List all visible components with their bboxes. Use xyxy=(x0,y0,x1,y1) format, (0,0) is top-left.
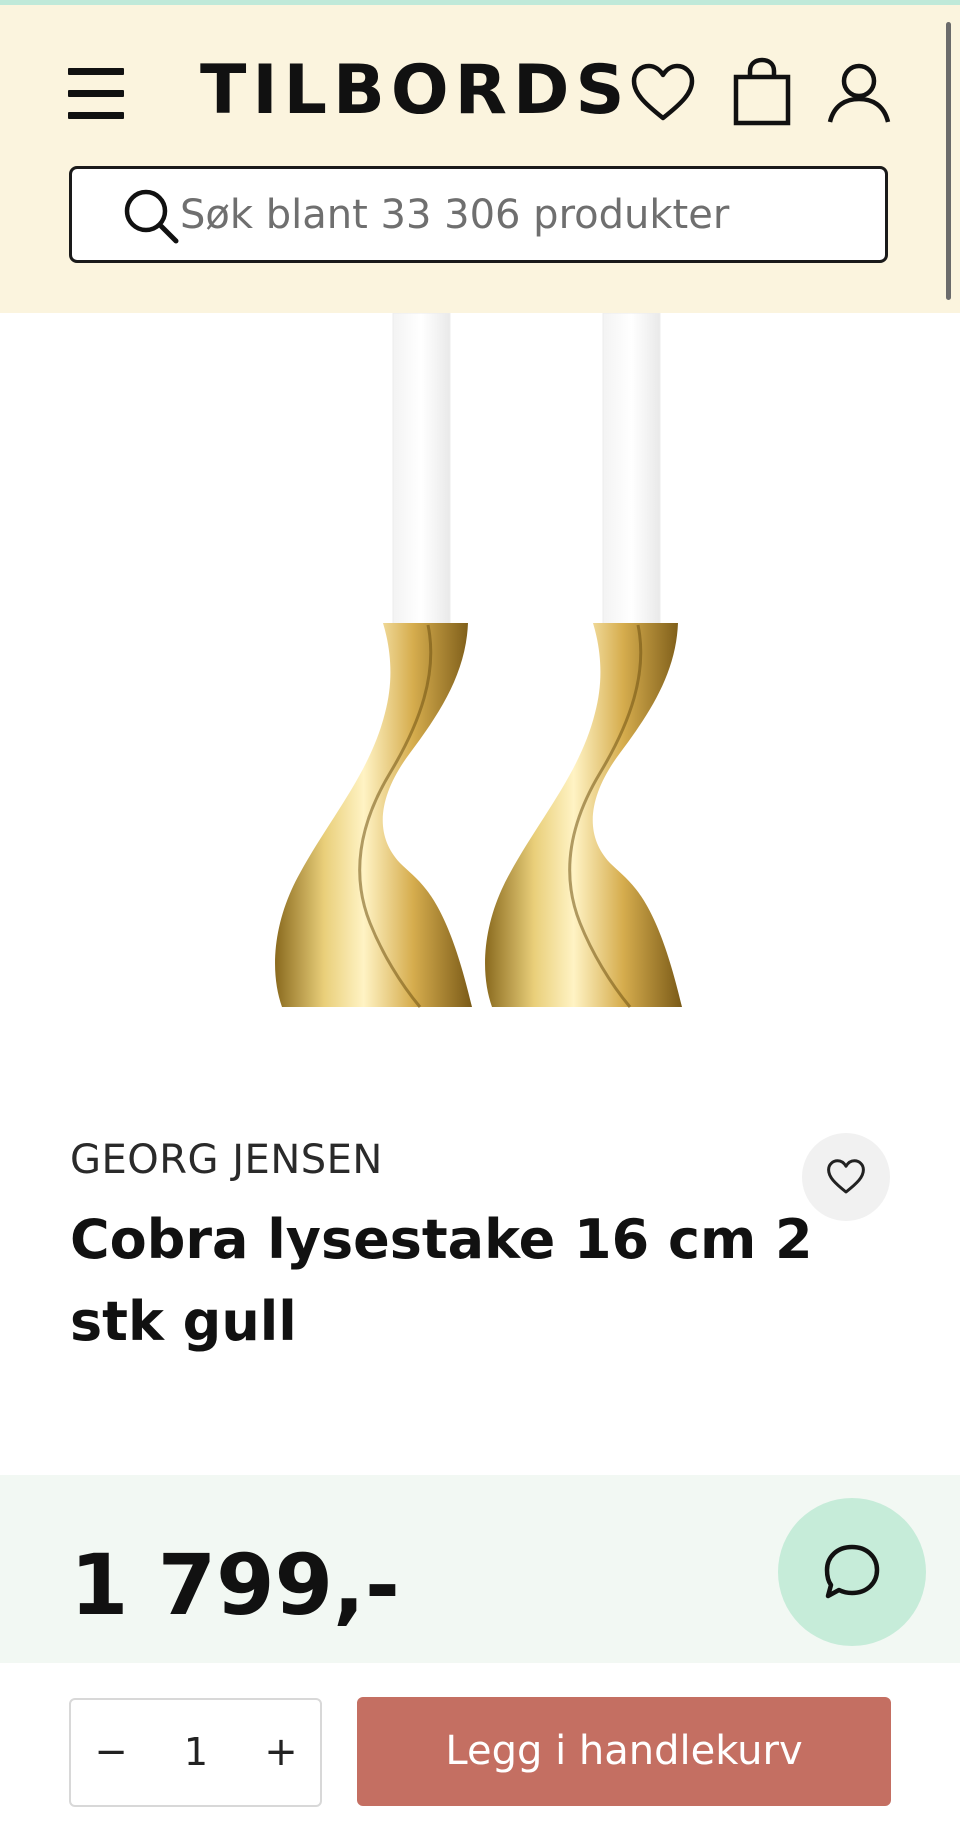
site-header: TILBORDS xyxy=(0,5,960,313)
cart-button[interactable] xyxy=(732,57,792,131)
menu-button[interactable] xyxy=(68,68,124,120)
product-title: Cobra lysestake 16 cm 2 stk gull xyxy=(70,1208,813,1353)
search-input[interactable] xyxy=(180,169,870,260)
menu-icon-bar xyxy=(68,112,124,119)
product-page: TILBORDS Søk blant 33 306 produkter GEOR… xyxy=(0,0,960,1843)
user-icon xyxy=(827,63,891,123)
add-to-cart-button[interactable]: Legg i handlekurv xyxy=(357,1697,891,1806)
candle-holders-gold-image xyxy=(275,312,682,1008)
chat-bubble-icon xyxy=(824,1544,880,1599)
menu-icon xyxy=(68,68,124,75)
search-bar xyxy=(69,166,888,263)
heart-icon xyxy=(631,63,695,121)
quantity-increase-button[interactable]: + xyxy=(241,1700,321,1805)
account-button[interactable] xyxy=(826,63,892,129)
quantity-stepper: − 1 + xyxy=(69,1698,322,1807)
chat-button[interactable] xyxy=(778,1498,926,1646)
product-brand[interactable]: GEORG JENSEN xyxy=(70,1137,383,1183)
menu-icon-bar xyxy=(68,90,124,97)
product-image[interactable] xyxy=(0,312,960,1133)
wishlist-button[interactable] xyxy=(630,63,696,127)
scrollbar[interactable] xyxy=(946,22,951,300)
product-price: 1 799,- xyxy=(70,1536,400,1634)
quantity-value[interactable]: 1 xyxy=(151,1700,241,1805)
quantity-decrease-button[interactable]: − xyxy=(71,1700,151,1805)
shopping-bag-icon xyxy=(733,57,791,126)
site-logo[interactable]: TILBORDS xyxy=(200,51,624,131)
heart-icon xyxy=(827,1159,865,1194)
search-icon xyxy=(124,189,179,244)
